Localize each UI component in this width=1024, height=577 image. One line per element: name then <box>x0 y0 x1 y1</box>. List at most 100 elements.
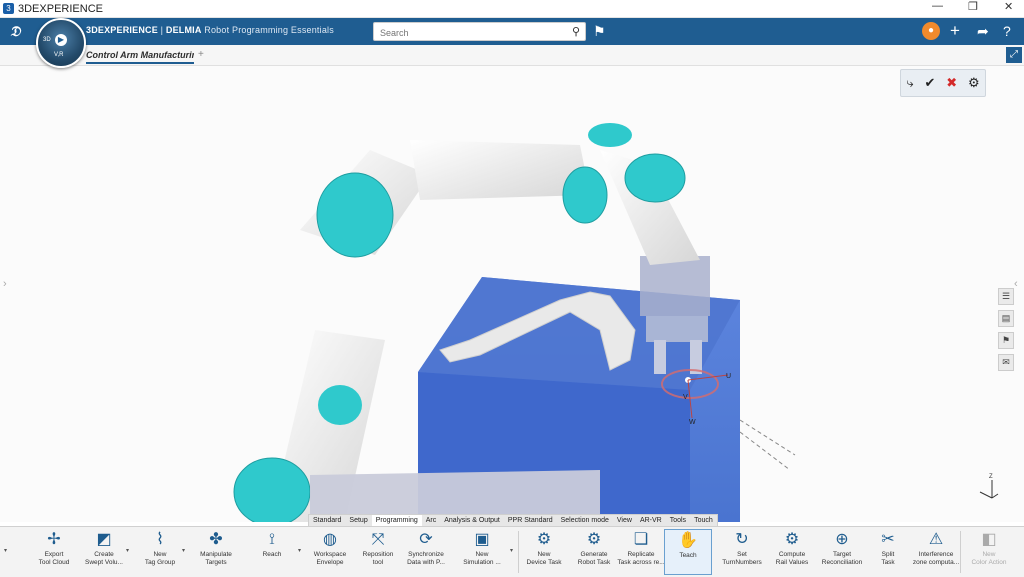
action-teach-button[interactable]: ✋Teach <box>664 529 712 575</box>
flag-icon[interactable]: ⚑ <box>998 332 1014 349</box>
action-label-line2: Robot Task <box>570 559 618 567</box>
add-icon[interactable]: + <box>950 23 960 39</box>
action-generate-robot-task-button[interactable]: ⚙GenerateRobot Task <box>570 529 618 575</box>
action-reposition-tool-button[interactable]: ⤧Repositiontool <box>354 529 402 575</box>
compass-widget[interactable]: 3D ▶ V,R <box>36 18 86 68</box>
compass-vr-label: V,R <box>54 52 63 58</box>
gizmo-v-label: V <box>683 394 688 401</box>
action-label-line2: Simulation ... <box>458 559 506 567</box>
robot-settings-icon[interactable]: ⚙ <box>968 75 980 91</box>
action-create-swept-volu-button[interactable]: ◩CreateSwept Volu... <box>80 529 128 575</box>
action-set-turnnumbers-button[interactable]: ↻SetTurnNumbers <box>718 529 766 575</box>
window-titlebar: 3 3DEXPERIENCE — ❐ ✕ <box>0 0 1024 18</box>
action-label-line2: Data with P... <box>402 559 450 567</box>
action-label-line1: Generate <box>570 551 618 559</box>
action-label-line1: Teach <box>665 552 711 560</box>
share-icon[interactable]: ➦ <box>977 23 989 39</box>
action-icon: ◧ <box>965 529 1013 551</box>
action-icon: ⊕ <box>818 529 866 551</box>
help-icon[interactable]: ? <box>1003 23 1011 39</box>
left-panel-arrow-icon[interactable]: › <box>3 278 7 290</box>
window-title: 3DEXPERIENCE <box>18 3 103 15</box>
gripper[interactable] <box>640 256 710 316</box>
close-window-button[interactable]: ✕ <box>1004 0 1013 13</box>
toolbar-divider <box>960 531 961 573</box>
action-new-device-task-button[interactable]: ⚙NewDevice Task <box>520 529 568 575</box>
action-label-line2: Tool Cloud <box>30 559 78 567</box>
action-compute-rail-values-button[interactable]: ⚙ComputeRail Values <box>768 529 816 575</box>
action-label-line2: Envelope <box>306 559 354 567</box>
action-label-line1: New <box>965 551 1013 559</box>
action-label-line2: zone computa... <box>912 559 960 567</box>
action-icon: ↻ <box>718 529 766 551</box>
action-icon: ⟳ <box>402 529 450 551</box>
tree-icon[interactable]: ☰ <box>998 288 1014 305</box>
tab-control-arm[interactable]: Control Arm Manufacturin <box>86 50 194 64</box>
joint-5[interactable] <box>563 167 607 223</box>
action-label-line2: Color Action <box>965 559 1013 567</box>
add-tab-button[interactable]: + <box>198 49 204 60</box>
action-manipulate-targets-button[interactable]: ✤ManipulateTargets <box>192 529 240 575</box>
dropdown-caret-icon[interactable]: ▾ <box>298 547 301 554</box>
action-split-task-button[interactable]: ✂SplitTask <box>864 529 912 575</box>
layers-icon[interactable]: ▤ <box>998 310 1014 327</box>
action-icon: ⚠ <box>912 529 960 551</box>
action-target-reconciliation-button[interactable]: ⊕TargetReconciliation <box>818 529 866 575</box>
action-new-tag-group-button[interactable]: ⌇NewTag Group <box>136 529 184 575</box>
search-box[interactable]: ⚲ <box>373 22 586 41</box>
dropdown-caret-icon[interactable]: ▾ <box>126 547 129 554</box>
action-icon: ✂ <box>864 529 912 551</box>
search-input[interactable] <box>378 25 562 42</box>
delete-icon[interactable]: ✖ <box>946 75 957 91</box>
action-label-line2: Rail Values <box>768 559 816 567</box>
play-icon[interactable]: ▶ <box>55 34 67 46</box>
action-new-color-action-button[interactable]: ◧NewColor Action <box>965 529 1013 575</box>
action-label-line2: Device Task <box>520 559 568 567</box>
action-label-line1: Create <box>80 551 128 559</box>
action-icon: ◍ <box>306 529 354 551</box>
action-label-line1: Compute <box>768 551 816 559</box>
tag-icon[interactable]: ⚑ <box>593 23 606 39</box>
robot-scene[interactable]: U V W Z <box>0 66 1024 522</box>
action-label-line1: Replicate <box>617 551 665 559</box>
3d-viewport[interactable]: U V W Z ⤷ ✔ ✖ ⚙ › ‹ ☰ ▤ ⚑ ✉ <box>0 66 1024 522</box>
action-label-line1: Manipulate <box>192 551 240 559</box>
ds-logo-icon[interactable]: 𝔇 <box>10 23 20 40</box>
minimize-button[interactable]: — <box>932 0 943 12</box>
robot-path-icon[interactable]: ⤷ <box>906 75 913 91</box>
action-label-line1: Reach <box>248 551 296 559</box>
collapse-icon[interactable]: ⤢ <box>1006 47 1022 63</box>
action-synchronize-data-with-p-button[interactable]: ⟳SynchronizeData with P... <box>402 529 450 575</box>
action-label-line1: Workspace <box>306 551 354 559</box>
action-new-simulation-button[interactable]: ▣NewSimulation ... <box>458 529 506 575</box>
chat-icon[interactable]: ✉ <box>998 354 1014 371</box>
user-avatar[interactable]: ● <box>922 22 940 40</box>
toolbar-menu-caret-icon[interactable]: ▾ <box>4 547 7 554</box>
action-icon: ❏ <box>617 529 665 551</box>
action-label-line1: Split <box>864 551 912 559</box>
action-icon: ✢ <box>30 529 78 551</box>
action-interference-zone-computa-button[interactable]: ⚠Interferencezone computa... <box>912 529 960 575</box>
action-label-line1: Synchronize <box>402 551 450 559</box>
action-export-tool-cloud-button[interactable]: ✢ExportTool Cloud <box>30 529 78 575</box>
joint-2[interactable] <box>317 173 393 257</box>
action-reach-button[interactable]: ⟟Reach <box>248 529 296 575</box>
action-label-line1: New <box>136 551 184 559</box>
action-replicate-task-across-re-button[interactable]: ❏ReplicateTask across re... <box>617 529 665 575</box>
action-bar: ✢ExportTool Cloud◩CreateSwept Volu...⌇Ne… <box>0 526 1024 577</box>
dropdown-caret-icon[interactable]: ▾ <box>510 547 513 554</box>
joint-4[interactable] <box>625 154 685 202</box>
action-icon: ⚙ <box>768 529 816 551</box>
action-workspace-envelope-button[interactable]: ◍WorkspaceEnvelope <box>306 529 354 575</box>
joint-1[interactable] <box>234 458 310 522</box>
action-label-line2: Task across re... <box>617 559 665 567</box>
search-icon[interactable]: ⚲ <box>572 25 580 38</box>
action-label-line1: Interference <box>912 551 960 559</box>
robot-target-icon[interactable]: ✔ <box>925 75 936 91</box>
action-icon: ⌇ <box>136 529 184 551</box>
restore-button[interactable]: ❐ <box>968 0 978 13</box>
action-label-line1: New <box>458 551 506 559</box>
dropdown-caret-icon[interactable]: ▾ <box>182 547 185 554</box>
right-panel-arrow-icon[interactable]: ‹ <box>1014 278 1018 290</box>
action-icon: ✋ <box>665 530 711 552</box>
